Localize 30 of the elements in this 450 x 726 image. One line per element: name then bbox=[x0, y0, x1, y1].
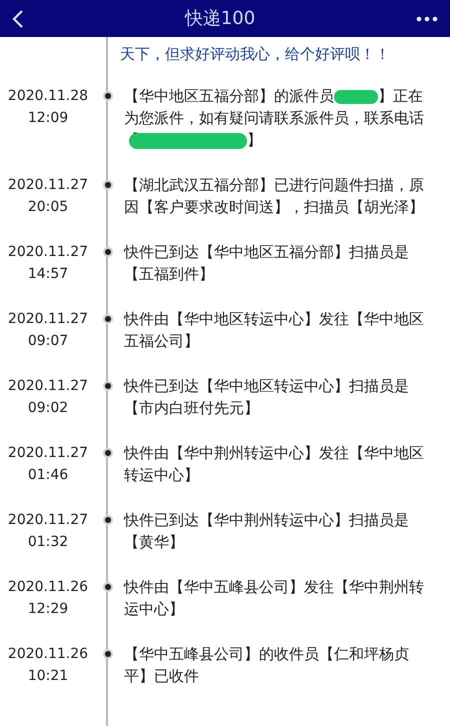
notice-text: 天下，但求好评动我心，给个好评呗！！ bbox=[120, 44, 391, 65]
event-time: 10:21 bbox=[28, 667, 68, 686]
event-description: 快件由【华中地区转运中心】发往【华中地区五福公司】 bbox=[122, 309, 425, 352]
event-description: 【湖北武汉五福分部】已进行问题件扫描，原因【客户要求改时间送】，扫描员【胡光泽】 bbox=[123, 175, 425, 218]
event-time: 01:46 bbox=[28, 466, 68, 485]
event-time: 01:32 bbox=[28, 533, 68, 552]
back-icon[interactable] bbox=[12, 8, 24, 28]
event-date: 2020.11.28 bbox=[8, 87, 88, 106]
event-date: 2020.11.27 bbox=[8, 243, 88, 262]
event-description: 快件已到达【华中地区五福分部】扫描员是【五福到件】 bbox=[122, 242, 410, 285]
event-date: 2020.11.27 bbox=[8, 176, 88, 195]
event-date: 2020.11.26 bbox=[8, 578, 88, 597]
event-time: 12:09 bbox=[28, 109, 68, 128]
event-description: 【华中五峰县公司】的收件员【仁和坪杨贞平】已收件 bbox=[123, 644, 410, 687]
header-title: 快递100 bbox=[184, 7, 256, 31]
event-time: 09:07 bbox=[28, 332, 68, 351]
event-description: 快件已到达【华中地区转运中心】扫描员是【市内白班付先元】 bbox=[122, 376, 410, 419]
event-date: 2020.11.27 bbox=[8, 310, 88, 329]
event-date: 2020.11.27 bbox=[8, 444, 88, 463]
event-time: 09:02 bbox=[28, 399, 68, 418]
more-icon[interactable] bbox=[416, 16, 438, 22]
event-time: 20:05 bbox=[28, 198, 68, 217]
event-time: 14:57 bbox=[28, 265, 68, 284]
event-time: 12:29 bbox=[28, 600, 68, 619]
event-date: 2020.11.26 bbox=[8, 645, 88, 664]
event-description: 快件由【华中荆州转运中心】发往【华中地区转运中心】 bbox=[122, 443, 425, 486]
event-date: 2020.11.27 bbox=[8, 377, 88, 396]
event-description: 快件由【华中五峰县公司】发往【华中荆州转运中心】 bbox=[122, 577, 425, 620]
event-description: 快件已到达【华中荆州转运中心】扫描员是【黄华】 bbox=[122, 510, 410, 553]
event-date: 2020.11.27 bbox=[8, 511, 88, 530]
